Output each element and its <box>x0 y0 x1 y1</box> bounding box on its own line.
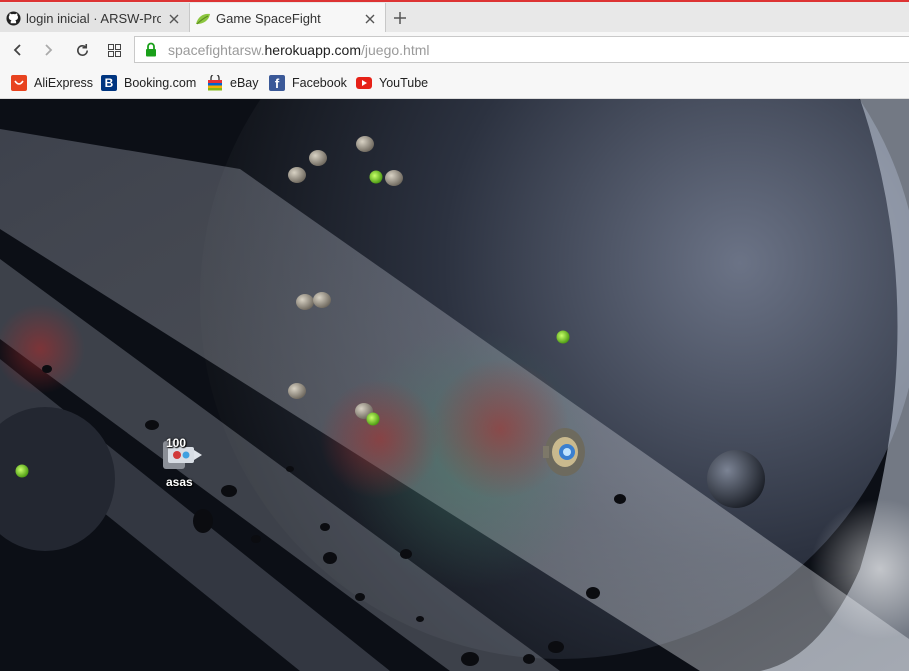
address-bar[interactable]: spacefightarsw. herokuapp.com/juego.html <box>134 36 909 63</box>
close-tab-icon[interactable] <box>165 10 183 28</box>
url-prefix: spacefightarsw. <box>168 41 265 58</box>
back-arrow-icon <box>13 44 21 56</box>
bookmark-ebay[interactable]: eBay <box>207 74 259 92</box>
leaf-icon <box>195 11 211 27</box>
ebay-icon <box>207 75 223 91</box>
new-tab-button[interactable] <box>388 6 412 30</box>
player-health: 100 <box>166 436 187 450</box>
bookmark-youtube[interactable]: YouTube <box>356 74 428 92</box>
bookmark-label: Facebook <box>292 76 347 90</box>
player-name: asas <box>166 475 193 489</box>
url-domain: herokuapp.com <box>264 41 362 58</box>
youtube-icon <box>356 75 372 91</box>
game-canvas[interactable]: 100 asas <box>0 99 909 671</box>
bookmark-label: AliExpress <box>34 76 94 90</box>
booking-icon: B <box>101 75 117 91</box>
aliexpress-icon <box>11 75 27 91</box>
asteroid-icon <box>288 136 403 419</box>
enemy-ship-icon <box>543 428 585 476</box>
forward-button[interactable] <box>36 38 60 62</box>
bookmark-facebook[interactable]: f Facebook <box>269 74 347 92</box>
reload-icon <box>76 43 88 56</box>
back-button[interactable] <box>6 38 30 62</box>
speed-dial-button[interactable] <box>102 38 126 62</box>
close-tab-icon[interactable] <box>361 10 379 28</box>
bookmark-label: eBay <box>230 76 259 90</box>
browser-toolbar: spacefightarsw. herokuapp.com/juego.html <box>0 32 909 68</box>
reload-button[interactable] <box>70 38 94 62</box>
bookmark-booking[interactable]: B Booking.com <box>101 74 196 92</box>
bookmarks-bar: AliExpress B Booking.com eBay f Facebook… <box>0 68 909 99</box>
facebook-icon: f <box>269 75 285 91</box>
asteroid-layer <box>15 136 585 478</box>
url-path: /juego.html <box>361 41 430 58</box>
lock-icon <box>143 42 159 58</box>
grid-icon <box>107 43 121 57</box>
tab-title: login inicial · ARSW-Proyec <box>26 11 161 26</box>
forward-arrow-icon <box>45 44 53 56</box>
plus-icon <box>394 12 406 24</box>
tab-strip: login inicial · ARSW-Proyec Game SpaceFi… <box>0 0 909 34</box>
tab-game-spacefight[interactable]: Game SpaceFight <box>190 3 386 34</box>
tab-login-inicial[interactable]: login inicial · ARSW-Proyec <box>0 3 190 34</box>
bookmark-aliexpress[interactable]: AliExpress <box>11 74 93 92</box>
github-icon <box>5 11 21 27</box>
bookmark-label: Booking.com <box>124 76 197 90</box>
tab-title: Game SpaceFight <box>216 11 321 26</box>
bookmark-label: YouTube <box>379 76 429 90</box>
powerup-icon <box>15 170 570 478</box>
